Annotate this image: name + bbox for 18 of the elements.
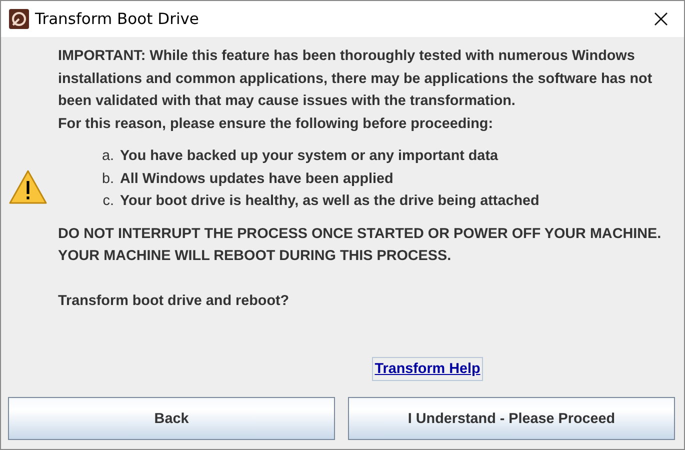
checklist-item: Your boot drive is healthy, as well as the drive being attached bbox=[120, 192, 540, 211]
important-notice: IMPORTANT: While this feature has been thoroughly tested with numerous Windows installations and common applications, there may be applications the software has not been validated with that may cause issues with the transformation. bbox=[58, 47, 654, 111]
warning-text: DO NOT INTERRUPT THE PROCESS ONCE STARTED OR POWER OFF YOUR MACHINE. bbox=[58, 224, 662, 244]
list-marker: b. bbox=[100, 170, 114, 188]
help-link[interactable]: Transform Help bbox=[372, 357, 484, 381]
checklist-item: You have backed up your system or any important data bbox=[120, 147, 498, 166]
window-title: Transform Boot Drive bbox=[35, 10, 200, 28]
instruction-text: For this reason, please ensure the following before proceeding: bbox=[58, 114, 494, 134]
checklist-item: All Windows updates have been applied bbox=[120, 170, 394, 188]
app-icon bbox=[9, 9, 29, 29]
confirm-question: Transform boot drive and reboot? bbox=[58, 292, 290, 310]
list-marker: c. bbox=[102, 192, 114, 211]
close-icon[interactable] bbox=[654, 12, 668, 26]
dialog-button[interactable]: Back bbox=[8, 397, 335, 440]
warning-icon bbox=[8, 169, 48, 205]
reboot-notice: YOUR MACHINE WILL REBOOT DURING THIS PROCESS. bbox=[58, 247, 452, 266]
dialog-button[interactable]: I Understand - Please Proceed bbox=[348, 397, 675, 440]
list-marker: a. bbox=[100, 147, 114, 166]
